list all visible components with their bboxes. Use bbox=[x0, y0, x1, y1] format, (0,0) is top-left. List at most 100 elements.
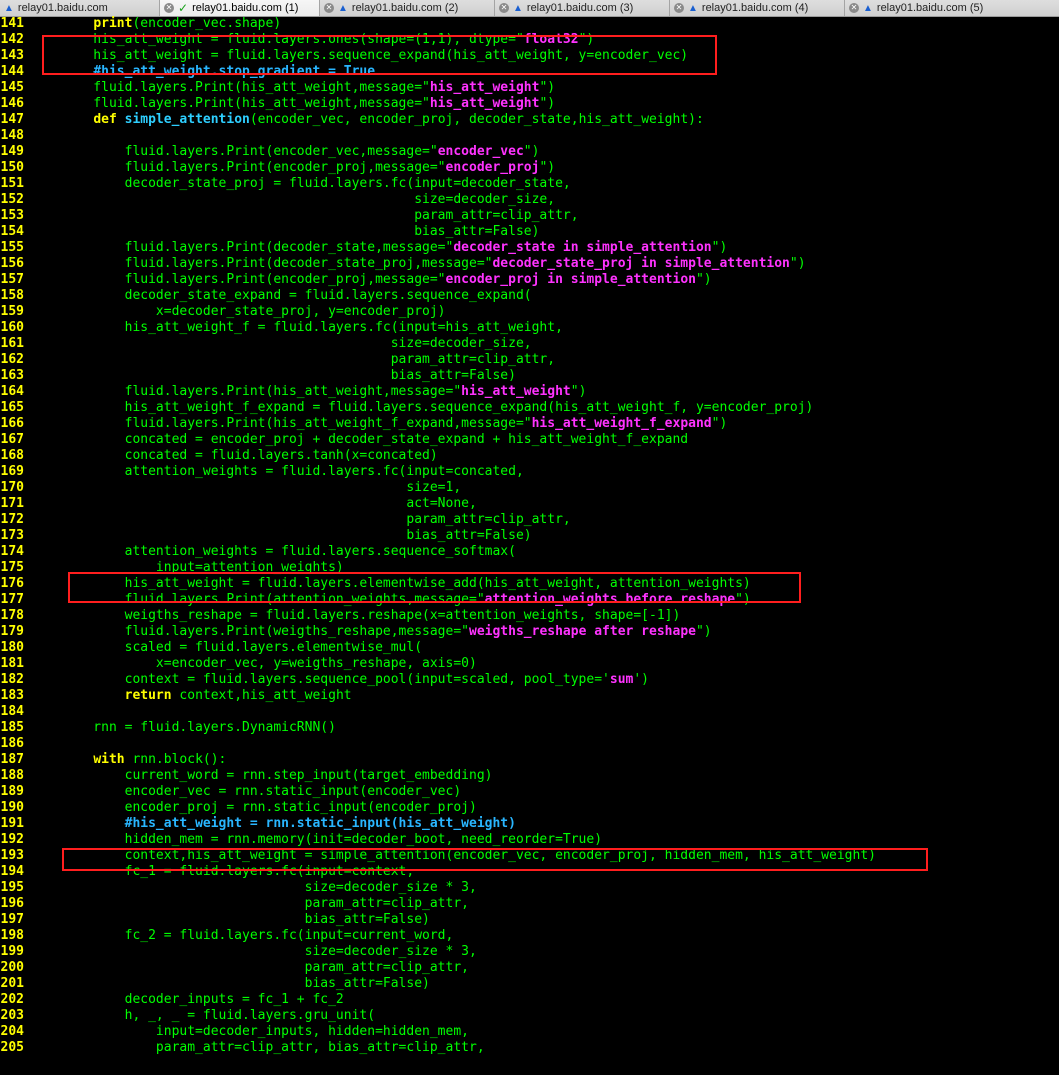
code-token: hidden_mem = rnn.memory(init=decoder_boo… bbox=[62, 832, 603, 847]
code-text: h, _, _ = fluid.layers.gru_unit( bbox=[62, 1008, 375, 1024]
close-tab-icon[interactable]: ✕ bbox=[164, 3, 174, 13]
code-text: size=decoder_size, bbox=[62, 192, 555, 208]
code-token: his_att_weight = fluid.layers.sequence_e… bbox=[62, 48, 689, 63]
code-token: ") bbox=[695, 624, 712, 639]
code-text: fluid.layers.Print(his_att_weight,messag… bbox=[62, 80, 555, 96]
code-line: 142 his_att_weight = fluid.layers.ones(s… bbox=[0, 32, 1059, 48]
line-number: 162 bbox=[0, 352, 24, 367]
terminal-code-view[interactable]: 141 print(encoder_vec.shape) 142 his_att_… bbox=[0, 16, 1059, 1075]
code-line: 146 fluid.layers.Print(his_att_weight,me… bbox=[0, 96, 1059, 112]
code-text: his_att_weight = fluid.layers.sequence_e… bbox=[62, 48, 688, 64]
code-text: his_att_weight = fluid.layers.ones(shape… bbox=[62, 32, 594, 48]
code-text: bias_attr=False) bbox=[62, 912, 430, 928]
code-text: attention_weights = fluid.layers.sequenc… bbox=[62, 544, 516, 560]
line-number: 177 bbox=[0, 592, 24, 607]
tab-relay01-2[interactable]: ✕ ▲ relay01.baidu.com (2) bbox=[320, 0, 495, 16]
code-line: 141 print(encoder_vec.shape) bbox=[0, 16, 1059, 32]
code-token: his_att_weight = fluid.layers.ones(shape… bbox=[62, 32, 524, 47]
code-text: fluid.layers.Print(weigths_reshape,messa… bbox=[62, 624, 712, 640]
close-tab-icon[interactable]: ✕ bbox=[499, 3, 509, 13]
line-number: 191 bbox=[0, 816, 24, 831]
code-line: 155 fluid.layers.Print(decoder_state,mes… bbox=[0, 240, 1059, 256]
code-token: attention_weights = fluid.layers.fc(inpu… bbox=[62, 464, 524, 479]
code-token: concated = fluid.layers.tanh(x=concated) bbox=[62, 448, 438, 463]
warning-icon: ▲ bbox=[338, 2, 348, 14]
code-line: 185 rnn = fluid.layers.DynamicRNN() bbox=[0, 720, 1059, 736]
code-text: size=decoder_size * 3, bbox=[62, 880, 477, 896]
code-text: context,his_att_weight = simple_attentio… bbox=[62, 848, 876, 864]
tab-relay01-3[interactable]: ✕ ▲ relay01.baidu.com (3) bbox=[495, 0, 670, 16]
code-text: x=decoder_state_proj, y=encoder_proj) bbox=[62, 304, 446, 320]
code-line: 193 context,his_att_weight = simple_atte… bbox=[0, 848, 1059, 864]
code-token: fluid.layers.Print(encoder_proj,message=… bbox=[62, 160, 446, 175]
line-number: 193 bbox=[0, 848, 24, 863]
line-number: 173 bbox=[0, 528, 24, 543]
line-number: 205 bbox=[0, 1040, 24, 1055]
code-text: fluid.layers.Print(encoder_proj,message=… bbox=[62, 272, 712, 288]
code-line: 166 fluid.layers.Print(his_att_weight_f_… bbox=[0, 416, 1059, 432]
line-number: 141 bbox=[0, 16, 24, 31]
code-line: 176 his_att_weight = fluid.layers.elemen… bbox=[0, 576, 1059, 592]
code-token: fluid.layers.Print(decoder_state_proj,me… bbox=[62, 256, 493, 271]
line-number: 203 bbox=[0, 1008, 24, 1023]
code-text: bias_attr=False) bbox=[62, 224, 539, 240]
line-number: 181 bbox=[0, 656, 24, 671]
code-token: his_att_weight bbox=[429, 80, 540, 95]
code-line: 204 input=decoder_inputs, hidden=hidden_… bbox=[0, 1024, 1059, 1040]
close-tab-icon[interactable]: ✕ bbox=[674, 3, 684, 13]
code-token: encoder_proj bbox=[445, 160, 540, 175]
code-text: param_attr=clip_attr, bias_attr=clip_att… bbox=[62, 1040, 485, 1056]
code-text: encoder_vec = rnn.static_input(encoder_v… bbox=[62, 784, 462, 800]
code-token: input=attention_weights) bbox=[62, 560, 344, 575]
line-number: 167 bbox=[0, 432, 24, 447]
code-token: def bbox=[93, 112, 117, 127]
code-token: his_att_weight = fluid.layers.elementwis… bbox=[62, 576, 751, 591]
tab-relay01[interactable]: ▲ relay01.baidu.com bbox=[0, 0, 160, 16]
code-token: rnn.block(): bbox=[124, 752, 227, 767]
tab-relay01-5[interactable]: ✕ ▲ relay01.baidu.com (5) bbox=[845, 0, 1059, 16]
line-number: 184 bbox=[0, 704, 24, 719]
code-token: ") bbox=[735, 592, 751, 607]
line-number: 189 bbox=[0, 784, 24, 799]
line-number: 175 bbox=[0, 560, 24, 575]
code-text: concated = encoder_proj + decoder_state_… bbox=[62, 432, 689, 448]
code-line: 152 size=decoder_size, bbox=[0, 192, 1059, 208]
code-token: his_att_weight_f_expand bbox=[531, 416, 712, 431]
code-token: simple_attention bbox=[124, 112, 250, 127]
code-text: fc_1 = fluid.layers.fc(input=context, bbox=[62, 864, 415, 880]
code-text: return context,his_att_weight bbox=[62, 688, 352, 704]
close-tab-icon[interactable]: ✕ bbox=[849, 3, 859, 13]
code-token: input=decoder_inputs, hidden=hidden_mem, bbox=[62, 1024, 469, 1039]
code-token: size=decoder_size, bbox=[62, 336, 532, 351]
tab-relay01-1[interactable]: ✕ ✓ relay01.baidu.com (1) bbox=[160, 0, 320, 16]
code-text: bias_attr=False) bbox=[62, 528, 531, 544]
code-line: 151 decoder_state_proj = fluid.layers.fc… bbox=[0, 176, 1059, 192]
code-line: 165 his_att_weight_f_expand = fluid.laye… bbox=[0, 400, 1059, 416]
code-text: current_word = rnn.step_input(target_emb… bbox=[62, 768, 493, 784]
line-number: 195 bbox=[0, 880, 24, 895]
code-text: act=None, bbox=[62, 496, 476, 512]
code-token: param_attr=clip_attr, bbox=[62, 208, 579, 223]
code-line: 203 h, _, _ = fluid.layers.gru_unit( bbox=[0, 1008, 1059, 1024]
code-token: param_attr=clip_attr, bbox=[62, 512, 571, 527]
code-line: 178 weigths_reshape = fluid.layers.resha… bbox=[0, 608, 1059, 624]
code-token: sum bbox=[609, 672, 634, 687]
line-number: 159 bbox=[0, 304, 24, 319]
code-text: bias_attr=False) bbox=[62, 976, 430, 992]
code-line: 197 bias_attr=False) bbox=[0, 912, 1059, 928]
code-token: ") bbox=[570, 384, 587, 399]
tab-relay01-4[interactable]: ✕ ▲ relay01.baidu.com (4) bbox=[670, 0, 845, 16]
code-token: bias_attr=False) bbox=[62, 368, 516, 383]
close-tab-icon[interactable]: ✕ bbox=[324, 3, 334, 13]
line-number: 161 bbox=[0, 336, 24, 351]
line-number: 196 bbox=[0, 896, 24, 911]
code-token: ") bbox=[711, 416, 728, 431]
line-number: 186 bbox=[0, 736, 24, 751]
code-text: size=decoder_size * 3, bbox=[62, 944, 477, 960]
code-text: fluid.layers.Print(his_att_weight,messag… bbox=[62, 96, 555, 112]
warning-icon: ▲ bbox=[513, 2, 523, 14]
code-text: fluid.layers.Print(decoder_state_proj,me… bbox=[62, 256, 806, 272]
code-text: decoder_state_expand = fluid.layers.sequ… bbox=[62, 288, 532, 304]
code-text: param_attr=clip_attr, bbox=[62, 352, 555, 368]
code-token: (encoder_vec, encoder_proj, decoder_stat… bbox=[249, 112, 704, 127]
